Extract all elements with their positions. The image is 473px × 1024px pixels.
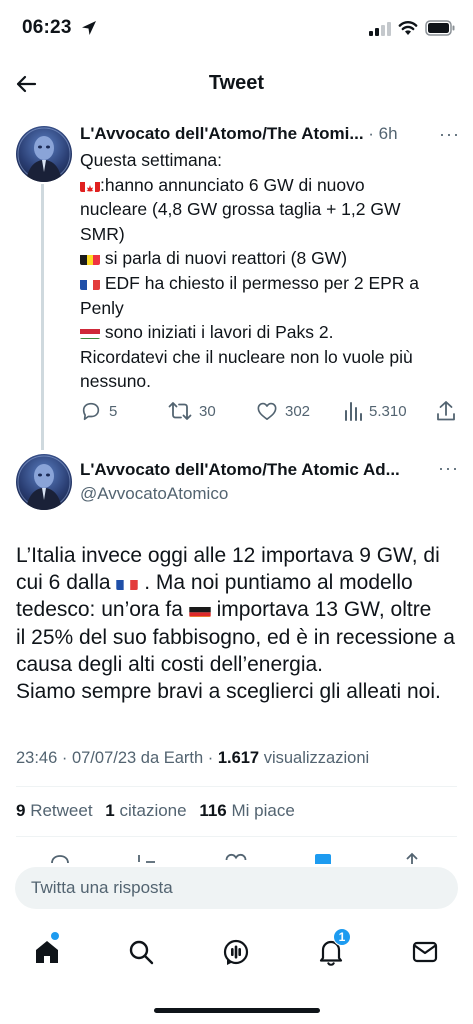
- share-icon: [437, 401, 455, 421]
- like-count: 302: [285, 402, 311, 420]
- reply-icon: [82, 402, 100, 421]
- retweet-icon: [138, 855, 155, 863]
- tweet2-handle[interactable]: @AvvocatoAtomico: [80, 484, 228, 504]
- reply-icon: [51, 855, 69, 864]
- more-options-icon[interactable]: ···: [439, 124, 460, 145]
- nav-notifications[interactable]: 1: [311, 928, 351, 972]
- text-line: SMR): [80, 223, 125, 244]
- belgium-flag-icon: [80, 251, 100, 266]
- views-button[interactable]: 5.310: [344, 399, 407, 423]
- hungary-flag-icon: [80, 325, 100, 340]
- text-line: tedesco: un’ora fa importava 13 GW, oltr…: [16, 598, 432, 622]
- notifications-badge: 1: [333, 928, 351, 946]
- text-line: Penly: [80, 297, 124, 318]
- location-arrow-icon: [82, 21, 96, 35]
- new-content-dot: [51, 932, 59, 940]
- text-line: nessuno.: [80, 371, 152, 392]
- retweet-icon: [168, 402, 192, 420]
- text-line: L’Italia invece oggi alle 12 importava 9…: [16, 544, 440, 567]
- text-line: si parla di nuovi reattori (8 GW): [80, 246, 455, 271]
- nav-messages[interactable]: [405, 932, 445, 972]
- text-line: Siamo sempre bravi a sceglierci gli alle…: [16, 680, 441, 704]
- home-indicator: [154, 1008, 320, 1013]
- tweet2-timestamp: 23:46 · 07/07/23 da Earth · 1.617 visual…: [16, 749, 370, 767]
- status-bar: 06:23: [0, 0, 473, 56]
- tweet1-actions: 5 30 302 5.310: [80, 399, 460, 423]
- views-count: 5.310: [369, 402, 407, 420]
- text-line: il 25% del suo fabbisogno, ed è in reces…: [16, 625, 455, 649]
- divider: [16, 836, 457, 837]
- quotes-stat[interactable]: 1 citazione: [105, 801, 186, 820]
- reply-box: [15, 867, 458, 909]
- text-line: EDF ha chiesto il permesso per 2 EPR a: [80, 271, 455, 296]
- canada-flag-icon: [80, 178, 100, 192]
- reply-input[interactable]: [15, 867, 458, 909]
- share-icon: [406, 852, 418, 864]
- tweet1-author-name[interactable]: L'Avvocato dell'Atomo/The Atomi...: [80, 124, 364, 144]
- wifi-icon: [398, 21, 418, 35]
- tweet2-actions-partial: [0, 848, 473, 864]
- share-button[interactable]: [436, 399, 463, 423]
- tweet1-time: · 6h: [363, 124, 398, 143]
- reply-count: 5: [109, 402, 118, 420]
- more-options-icon[interactable]: ···: [438, 458, 459, 479]
- text-line: sono iniziati i lavori di Paks 2.: [80, 320, 455, 345]
- text-line: causa degli alti costi dell’energia.: [16, 652, 324, 676]
- like-icon: [225, 853, 247, 861]
- tweet2-text: L’Italia invece oggi alle 12 importava 9…: [16, 542, 466, 705]
- like-button[interactable]: 302: [256, 399, 310, 423]
- france-flag-icon: [80, 276, 100, 290]
- retweets-stat[interactable]: 9 Retweet: [16, 801, 93, 820]
- tweet1-text: Questa settimana: :hanno annunciato 6 GW…: [80, 148, 455, 394]
- battery-icon: [425, 20, 455, 36]
- tweet1-header: L'Avvocato dell'Atomo/The Atomi... · 6h …: [80, 124, 460, 146]
- views-icon: [345, 402, 362, 421]
- text-line: Questa settimana:: [80, 150, 223, 170]
- bookmark-icon: [315, 854, 331, 864]
- germany-flag-icon: [189, 602, 211, 618]
- reply-button[interactable]: 5: [80, 399, 117, 423]
- home-icon: [36, 941, 58, 963]
- avatar[interactable]: [16, 126, 72, 182]
- status-time: 06:23: [22, 17, 72, 38]
- page-title: Tweet: [208, 72, 265, 94]
- cellular-signal-icon: [369, 22, 391, 36]
- avatar[interactable]: [16, 454, 72, 510]
- spaces-icon: [223, 939, 249, 965]
- thread-connector: [41, 184, 44, 450]
- bottom-nav: 1: [0, 920, 473, 982]
- text-line: nucleare (4,8 GW grossa taglia + 1,2 GW: [80, 199, 401, 220]
- top-header: Tweet: [0, 60, 473, 108]
- text-line: cui 6 dalla . Ma noi puntiamo al modello: [16, 571, 413, 595]
- search-icon: [129, 940, 154, 965]
- text-line: Ricordatevi che il nucleare non lo vuole…: [80, 346, 413, 367]
- divider: [16, 786, 457, 787]
- text-line: :hanno annunciato 6 GW di nuovo: [80, 173, 455, 198]
- retweet-button[interactable]: 30: [168, 399, 216, 423]
- nav-home[interactable]: [27, 932, 67, 972]
- france-flag-icon: [116, 575, 139, 591]
- nav-spaces[interactable]: [216, 932, 256, 972]
- messages-icon: [412, 941, 438, 963]
- tweet2-author-name[interactable]: L'Avvocato dell'Atomo/The Atomic Ad...: [80, 460, 440, 480]
- like-icon: [257, 402, 277, 420]
- likes-stat[interactable]: 116 Mi piace: [199, 801, 294, 820]
- tweet2-stats: 9 Retweet 1 citazione 116 Mi piace: [16, 801, 295, 821]
- nav-search[interactable]: [121, 932, 161, 972]
- retweet-count: 30: [199, 402, 216, 420]
- views-total: 1.617: [217, 749, 260, 767]
